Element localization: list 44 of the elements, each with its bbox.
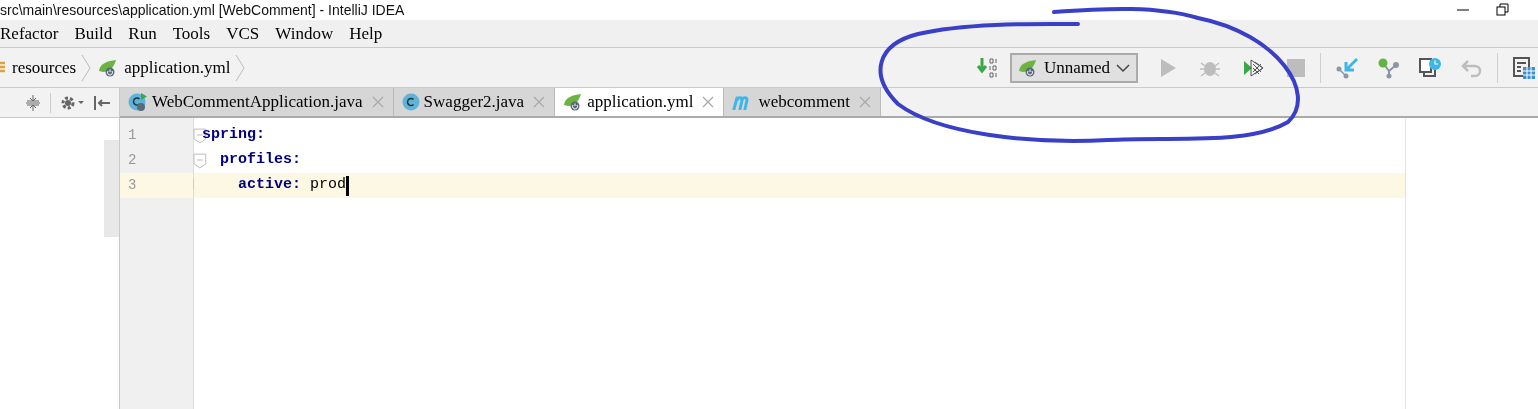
class-icon — [128, 92, 148, 112]
vcs-commit-icon[interactable] — [1377, 56, 1401, 79]
editor-tab[interactable]: WebCommentApplication.java — [120, 88, 394, 116]
yaml-key: profiles: — [202, 149, 302, 172]
line-number: 2 — [128, 151, 138, 170]
spring-leaf-icon — [563, 93, 584, 111]
chevron-icon — [80, 53, 93, 82]
yaml-key: spring: — [202, 124, 265, 147]
menu-item[interactable]: Window — [275, 20, 334, 47]
close-icon[interactable] — [370, 95, 385, 109]
fold-marker-icon[interactable] — [193, 152, 207, 169]
line-number: 3 — [128, 176, 138, 195]
project-structure-icon[interactable] — [1512, 55, 1536, 80]
window-title: src\main\resources\application.yml [WebComment] - IntelliJ IDEA — [0, 0, 405, 20]
menu-item[interactable]: Tools — [172, 20, 211, 47]
menu-item[interactable]: Build — [74, 20, 113, 47]
hide-panel-icon[interactable] — [93, 93, 111, 112]
chevron-icon — [234, 53, 247, 82]
editor-tab[interactable]: Swagger2.java — [393, 88, 556, 116]
spring-icon — [98, 58, 119, 77]
text-cursor — [346, 175, 350, 196]
close-icon[interactable] — [858, 95, 872, 109]
vcs-update-icon[interactable] — [1335, 56, 1359, 79]
breadcrumb[interactable]: resources — [12, 54, 77, 81]
line-number: 1 — [128, 126, 138, 145]
run-config-dropdown[interactable]: Unnamed — [1009, 52, 1138, 83]
history-icon[interactable] — [1419, 56, 1443, 79]
breadcrumb[interactable]: application.yml — [124, 54, 231, 81]
menu-item[interactable]: Refactor — [0, 20, 59, 47]
yaml-value: prod — [309, 175, 347, 196]
yaml-key: active: — [202, 174, 302, 197]
caret-icon — [1116, 62, 1130, 73]
close-icon[interactable] — [701, 95, 716, 109]
menu-item[interactable]: Help — [349, 20, 383, 47]
menu-item[interactable]: VCS — [226, 20, 260, 47]
spring-leaf-icon — [1017, 58, 1038, 77]
close-icon[interactable] — [532, 95, 547, 109]
editor-tab[interactable]: webcomment — [724, 88, 881, 116]
restore-icon[interactable] — [1496, 3, 1510, 17]
coverage-icon[interactable] — [1242, 56, 1266, 79]
class-icon — [401, 93, 420, 111]
collapse-all-icon[interactable] — [24, 93, 42, 112]
editor-tab[interactable]: application.yml — [555, 88, 725, 116]
menu-item[interactable]: Run — [128, 20, 157, 47]
